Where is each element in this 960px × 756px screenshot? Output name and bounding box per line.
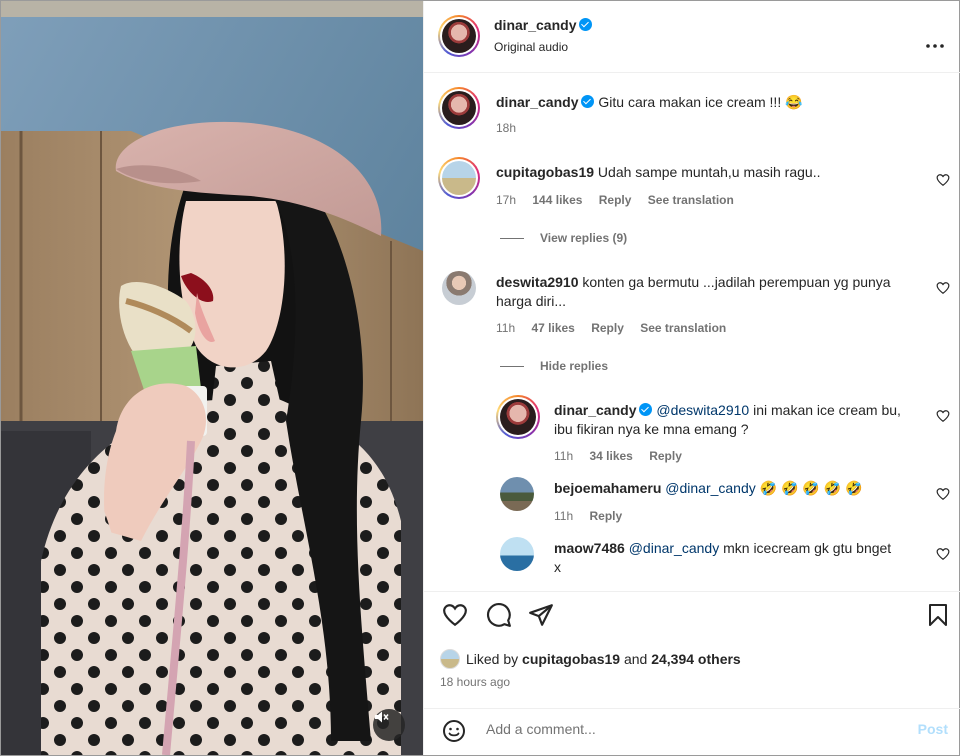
heart-icon[interactable] — [936, 173, 950, 187]
replies-divider — [500, 365, 524, 367]
bookmark-icon[interactable] — [926, 602, 950, 628]
reply-avatar[interactable] — [500, 537, 534, 571]
comment-text: konten ga bermutu ...jadilah perempuan y… — [582, 274, 891, 290]
comment-text-continued: harga diri... — [496, 293, 567, 309]
reply-time[interactable]: 11h — [554, 449, 573, 463]
see-translation-button[interactable]: See translation — [640, 321, 726, 335]
caption-avatar[interactable] — [438, 87, 480, 129]
mute-button[interactable] — [373, 709, 405, 741]
comment-icon[interactable] — [486, 602, 512, 628]
verified-badge-icon — [639, 403, 653, 416]
liked-by-avatar[interactable] — [440, 649, 460, 669]
reply-text-continued: ibu fikiran nya ke mna emang ? — [554, 421, 749, 437]
mute-icon — [375, 711, 389, 723]
comment-avatar[interactable] — [442, 271, 476, 305]
hide-replies-label: Hide replies — [540, 359, 609, 373]
more-horizontal-icon — [926, 44, 944, 48]
hide-replies-button[interactable]: Hide replies — [500, 359, 608, 373]
comment-meta: 11h 47 likes Reply See translation — [496, 321, 739, 335]
reply-text-continued: x — [554, 559, 561, 575]
video-frame-illustration — [1, 1, 423, 755]
reply: maow7486 @dinar_candy mkn icecream gk gt… — [554, 539, 936, 577]
replies-divider — [500, 237, 524, 239]
post-actions: Liked by cupitagobas19 and 24,394 others… — [424, 591, 960, 751]
comment: deswita2910 konten ga bermutu ...jadilah… — [496, 273, 936, 311]
author-avatar[interactable] — [438, 15, 480, 57]
caption-username[interactable]: dinar_candy — [496, 94, 578, 110]
emoji-icon[interactable] — [442, 719, 466, 743]
heart-icon[interactable] — [936, 487, 950, 501]
reply-avatar[interactable] — [496, 395, 540, 439]
reply: dinar_candy @deswita2910 ini makan ice c… — [554, 401, 936, 439]
reply-avatar[interactable] — [500, 477, 534, 511]
comment: cupitagobas19 Udah sampe muntah,u masih … — [496, 163, 916, 182]
comment-likes[interactable]: 144 likes — [532, 193, 582, 207]
reply-username[interactable]: dinar_candy — [554, 402, 636, 418]
share-icon[interactable] — [528, 602, 554, 628]
comment-username[interactable]: deswita2910 — [496, 274, 579, 290]
view-replies-button[interactable]: View replies (9) — [500, 231, 627, 245]
liked-middle: and — [623, 651, 648, 667]
post-video[interactable] — [1, 1, 423, 755]
heart-icon[interactable] — [936, 409, 950, 423]
comment-time[interactable]: 11h — [496, 321, 515, 335]
reply-button[interactable]: Reply — [599, 193, 632, 207]
reply-username[interactable]: maow7486 — [554, 540, 625, 556]
reply-mention[interactable]: @dinar_candy — [629, 540, 720, 556]
comment-username[interactable]: cupitagobas19 — [496, 164, 594, 180]
likes-summary: Liked by cupitagobas19 and 24,394 others — [440, 649, 741, 669]
author-username[interactable]: dinar_candy — [494, 17, 576, 33]
reply-text: ini makan ice cream bu, — [753, 402, 901, 418]
liked-prefix: Liked by — [466, 651, 519, 667]
heart-icon[interactable] — [936, 547, 950, 561]
post-comment-button[interactable]: Post — [918, 721, 948, 737]
heart-icon[interactable] — [442, 602, 468, 628]
reply-meta: 11h 34 likes Reply — [554, 449, 695, 463]
comments-list[interactable]: dinar_candy Gitu cara makan ice cream !!… — [424, 73, 960, 591]
see-translation-button[interactable]: See translation — [648, 193, 734, 207]
reply-button[interactable]: Reply — [649, 449, 682, 463]
caption-time[interactable]: 18h — [496, 121, 516, 135]
reply-text: mkn icecream gk gtu bnget — [723, 540, 892, 556]
reply: bejoemahameru @dinar_candy 🤣 🤣 🤣 🤣 🤣 — [554, 479, 936, 498]
reply-mention[interactable]: @dinar_candy — [665, 480, 756, 496]
comment-composer: Post — [424, 708, 960, 756]
reply-text: 🤣 🤣 🤣 🤣 🤣 — [759, 480, 863, 496]
comment-text: Udah sampe muntah,u masih ragu.. — [597, 164, 821, 180]
comment-input[interactable] — [486, 721, 886, 737]
audio-link[interactable]: Original audio — [494, 40, 568, 54]
reply-time[interactable]: 11h — [554, 509, 573, 523]
view-replies-label: View replies (9) — [540, 231, 628, 245]
more-options-button[interactable] — [926, 35, 944, 51]
caption-text: Gitu cara makan ice cream !!! 😂 — [598, 94, 803, 110]
verified-badge-icon — [581, 95, 595, 108]
verified-badge-icon — [579, 18, 593, 31]
reply-likes[interactable]: 34 likes — [589, 449, 632, 463]
comment-avatar[interactable] — [438, 157, 480, 199]
comment-likes[interactable]: 47 likes — [531, 321, 574, 335]
reply-username[interactable]: bejoemahameru — [554, 480, 661, 496]
comment-time[interactable]: 17h — [496, 193, 516, 207]
post-sidebar: dinar_candy Original audio dinar_candy G… — [423, 1, 960, 755]
post-header: dinar_candy Original audio — [424, 1, 960, 73]
reply-button[interactable]: Reply — [589, 509, 622, 523]
liked-user[interactable]: cupitagobas19 — [522, 651, 620, 667]
caption: dinar_candy Gitu cara makan ice cream !!… — [496, 93, 803, 112]
reply-meta: 11h Reply — [554, 509, 635, 523]
heart-icon[interactable] — [936, 281, 950, 295]
comment-meta: 17h 144 likes Reply See translation — [496, 193, 747, 207]
reply-button[interactable]: Reply — [591, 321, 624, 335]
caption-meta: 18h — [496, 121, 529, 135]
post-timestamp[interactable]: 18 hours ago — [440, 675, 510, 689]
reply-mention[interactable]: @deswita2910 — [656, 402, 749, 418]
liked-count[interactable]: 24,394 others — [651, 651, 741, 667]
post-dialog: dinar_candy Original audio dinar_candy G… — [0, 0, 960, 756]
